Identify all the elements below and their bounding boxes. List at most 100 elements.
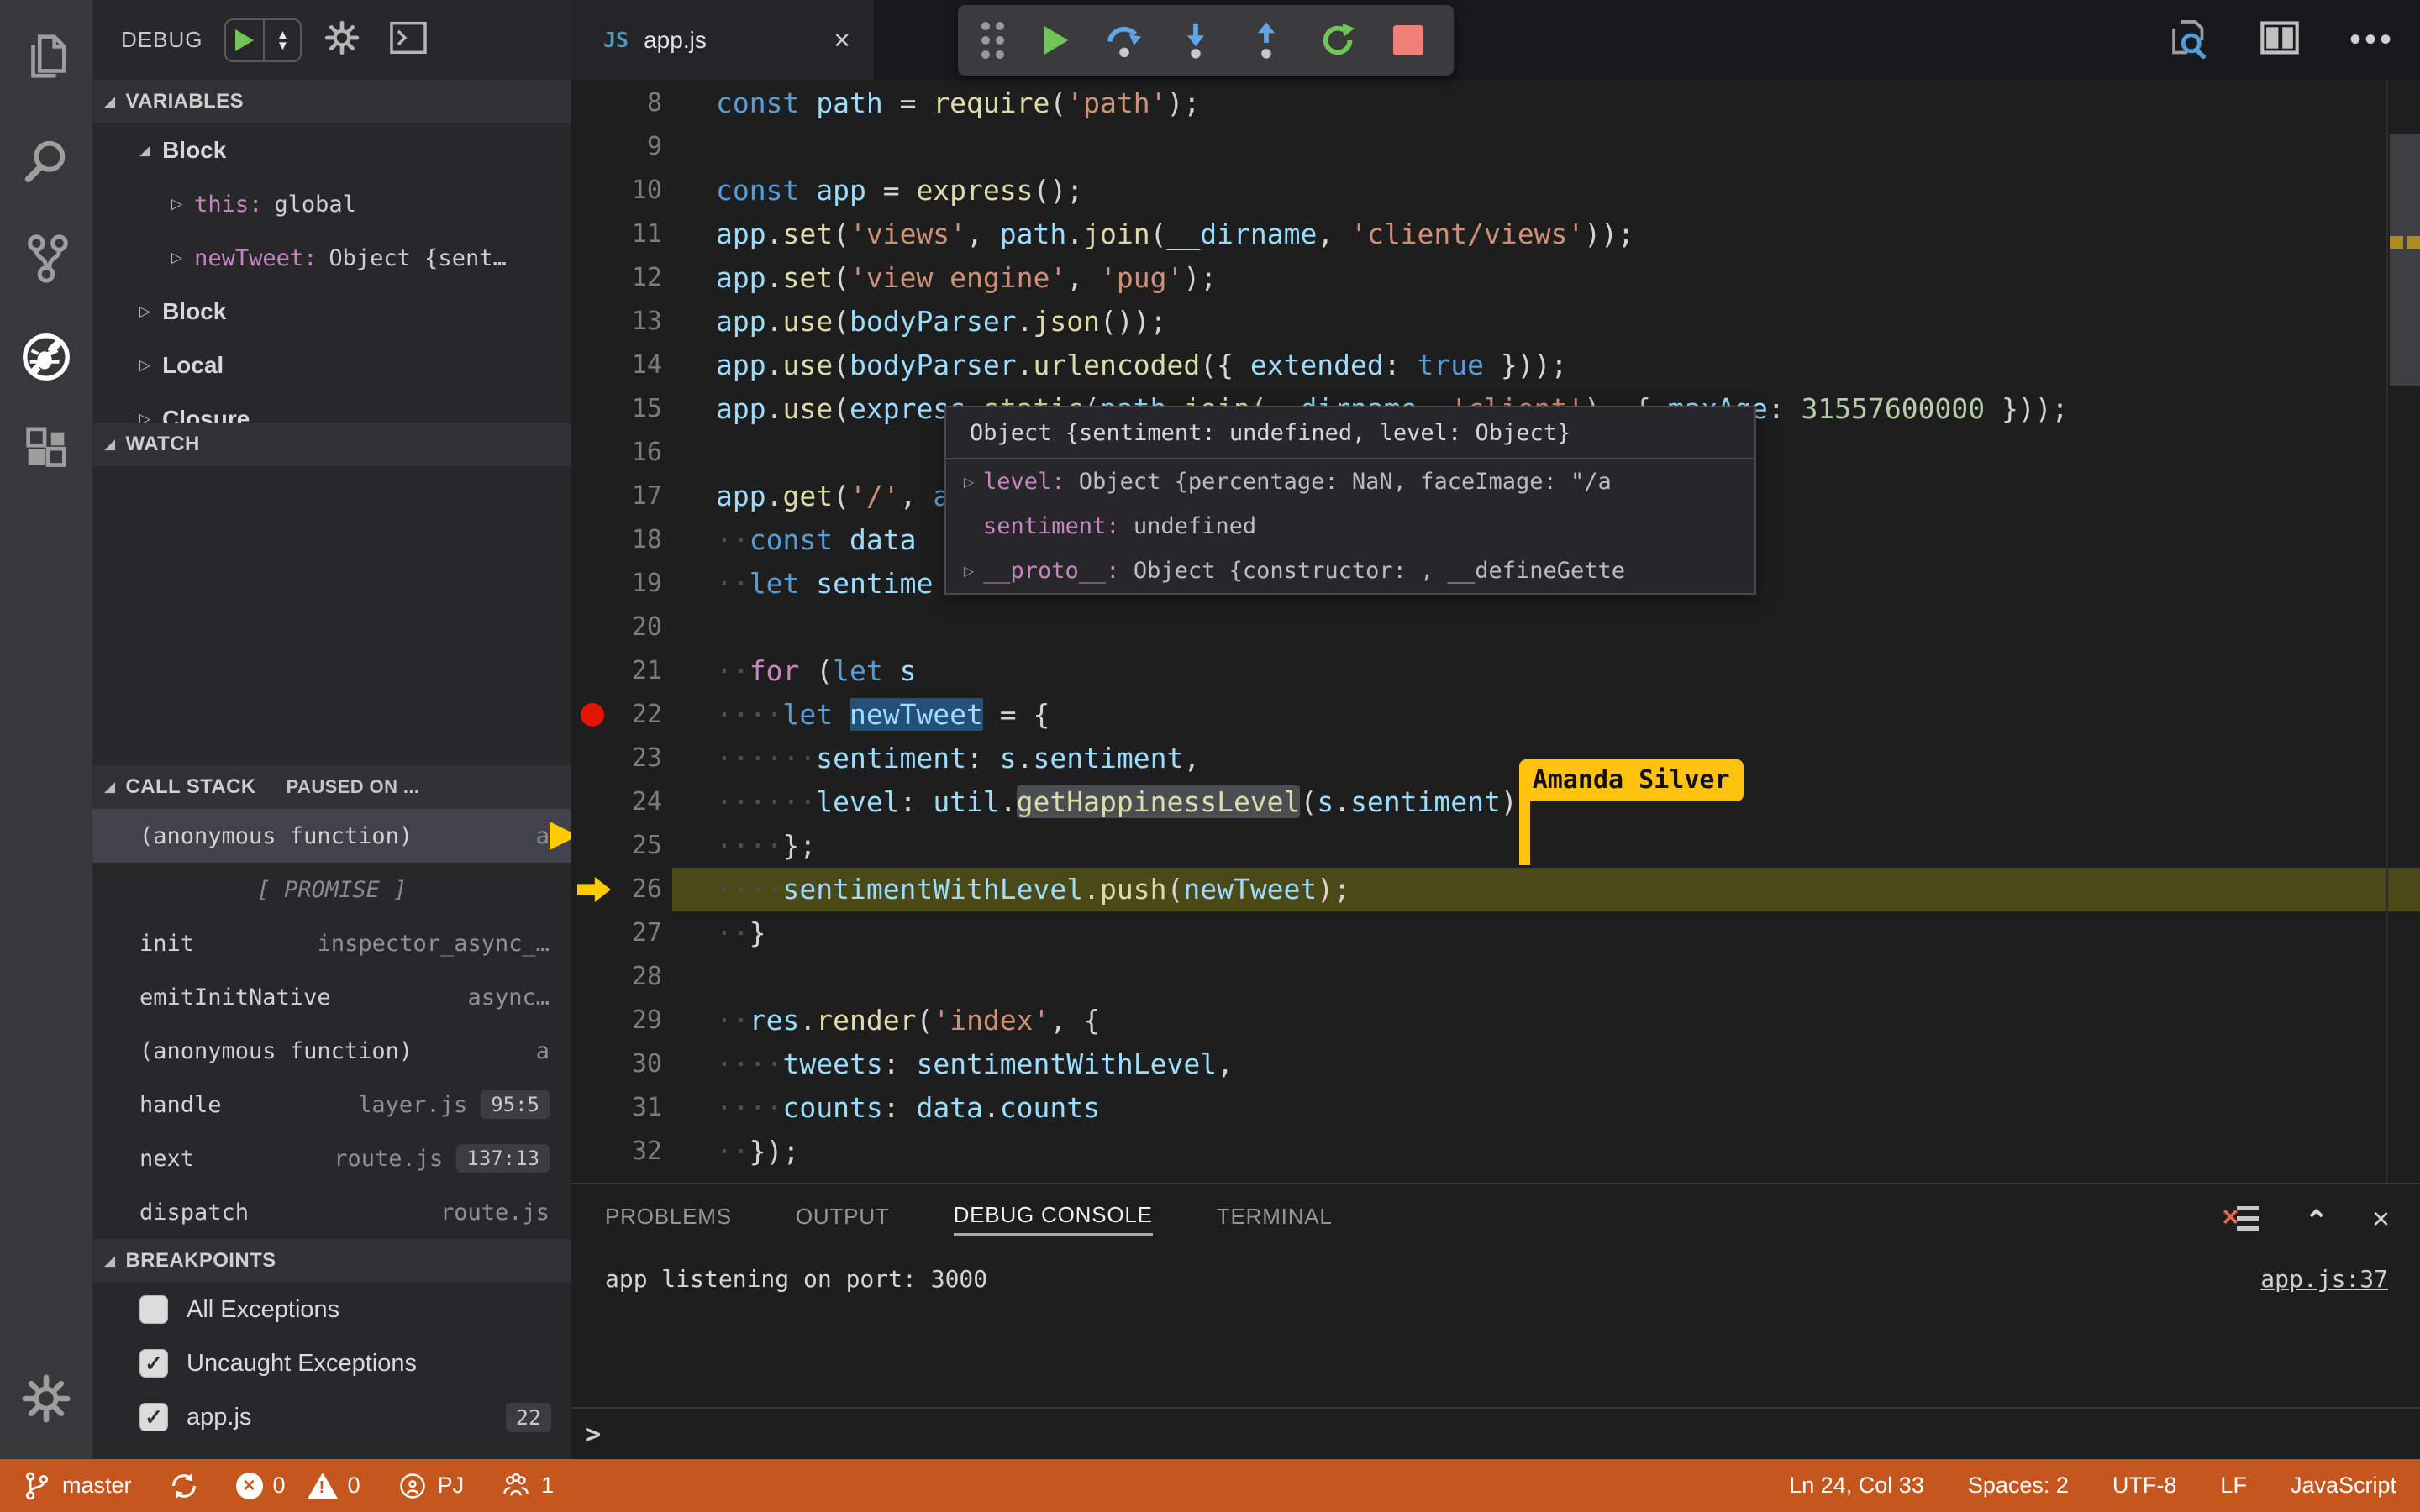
breakpoint-row[interactable]: All Exceptions	[92, 1283, 571, 1336]
more-actions-icon[interactable]: •••	[2349, 21, 2395, 59]
gutter-glyph-margin[interactable]	[571, 737, 613, 780]
launch-config-stepper[interactable]: ▲ ▼	[263, 19, 300, 60]
code-line[interactable]: 23 ······sentiment: s.sentiment,	[571, 737, 2420, 780]
watch-section-header[interactable]: ◢ WATCH	[92, 423, 571, 466]
gutter-glyph-margin[interactable]	[571, 300, 613, 344]
code-area[interactable]: 8 const path = require('path'); 9 10 const a…	[571, 80, 2420, 1183]
cursor-position-item[interactable]: Ln 24, Col 33	[1789, 1473, 1924, 1499]
gutter-glyph-margin[interactable]	[571, 955, 613, 999]
code-line[interactable]: 22 ····let newTweet = {	[571, 693, 2420, 737]
code-line[interactable]: 9	[571, 125, 2420, 169]
scrollbar-thumb[interactable]	[2390, 134, 2420, 386]
gutter-glyph-margin[interactable]	[571, 693, 613, 737]
editor-scrollbar[interactable]	[2386, 80, 2420, 1183]
git-branch-item[interactable]: master	[22, 1471, 132, 1501]
code-line[interactable]: 30 ····tweets: sentimentWithLevel,	[571, 1042, 2420, 1086]
variable-row[interactable]: ◢ Block	[92, 123, 571, 177]
tab-close-icon[interactable]: ×	[834, 26, 850, 55]
gutter-glyph-margin[interactable]	[571, 780, 613, 824]
settings-gear-icon[interactable]	[19, 1372, 73, 1425]
explorer-icon[interactable]	[19, 29, 73, 83]
start-debug-icon[interactable]	[226, 20, 263, 60]
tooltip-property-row[interactable]: sentiment: undefined	[946, 504, 1754, 549]
code-line[interactable]: 12 app.set('view engine', 'pug');	[571, 256, 2420, 300]
source-control-icon[interactable]	[19, 231, 73, 285]
variable-row[interactable]: ▷ Local	[92, 339, 571, 392]
gutter-glyph-margin[interactable]	[571, 1130, 613, 1173]
stop-button[interactable]	[1386, 18, 1430, 62]
gutter-glyph-margin[interactable]	[571, 431, 613, 475]
code-line[interactable]: 11 app.set('views', path.join(__dirname, …	[571, 213, 2420, 256]
breakpoint-checkbox[interactable]: ✓	[139, 1349, 168, 1378]
code-line[interactable]: 32 ··});	[571, 1130, 2420, 1173]
gutter-glyph-margin[interactable]	[571, 518, 613, 562]
tab-debug-console[interactable]: DEBUG CONSOLE	[953, 1202, 1153, 1236]
console-input[interactable]: >	[571, 1407, 2420, 1459]
tab-output[interactable]: OUTPUT	[796, 1204, 890, 1235]
code-line[interactable]: 28	[571, 955, 2420, 999]
breakpoint-row[interactable]: ✓ Uncaught Exceptions	[92, 1336, 571, 1390]
indentation-item[interactable]: Spaces: 2	[1968, 1473, 2069, 1499]
sync-item[interactable]	[169, 1471, 199, 1501]
breakpoint-dot-icon[interactable]	[581, 703, 604, 727]
call-stack-frame[interactable]: emitInitNative async…	[92, 970, 571, 1024]
search-icon[interactable]	[19, 134, 73, 188]
split-editor-icon[interactable]	[2257, 15, 2302, 65]
maximize-panel-icon[interactable]: ⌃	[2304, 1205, 2328, 1238]
breakpoint-row[interactable]: ✓ app.js 22	[92, 1390, 571, 1444]
code-line[interactable]: 31 ····counts: data.counts	[571, 1086, 2420, 1130]
call-stack-frame[interactable]: next route.js 137:13	[92, 1131, 571, 1185]
code-line[interactable]: 26 ····sentimentWithLevel.push(newTweet);	[571, 868, 2420, 911]
debug-settings-gear-icon[interactable]	[324, 19, 360, 60]
gutter-glyph-margin[interactable]	[571, 475, 613, 518]
call-stack-frame[interactable]: (anonymous function) a	[92, 1024, 571, 1078]
participants-item[interactable]: 1	[501, 1471, 554, 1501]
open-debug-console-icon[interactable]	[389, 21, 428, 59]
debug-icon[interactable]	[19, 330, 73, 384]
variable-row[interactable]: ▷ Closure	[92, 392, 571, 423]
gutter-glyph-margin[interactable]	[571, 911, 613, 955]
code-line[interactable]: 8 const path = require('path');	[571, 81, 2420, 125]
gutter-glyph-margin[interactable]	[571, 256, 613, 300]
encoding-item[interactable]: UTF-8	[2112, 1473, 2177, 1499]
search-editors-icon[interactable]	[2165, 15, 2210, 65]
breakpoints-section-header[interactable]: ◢ BREAKPOINTS	[92, 1239, 571, 1283]
gutter-glyph-margin[interactable]	[571, 213, 613, 256]
live-share-item[interactable]: PJ	[397, 1471, 464, 1501]
call-stack-frame[interactable]: (anonymous function) a	[92, 809, 571, 863]
clear-console-icon[interactable]: ×	[2222, 1201, 2260, 1233]
gutter-glyph-margin[interactable]	[571, 169, 613, 213]
tooltip-property-row[interactable]: ▷ level: Object {percentage: NaN, faceIma…	[946, 459, 1754, 504]
call-stack-section-header[interactable]: ◢ CALL STACK PAUSED ON ...	[92, 765, 571, 809]
gutter-glyph-margin[interactable]	[571, 81, 613, 125]
restart-button[interactable]	[1316, 18, 1360, 62]
toolbar-drag-grip[interactable]	[981, 22, 1004, 59]
breakpoint-checkbox[interactable]: ✓	[139, 1403, 168, 1431]
console-source-link[interactable]: app.js:37	[2260, 1265, 2388, 1293]
gutter-glyph-margin[interactable]	[571, 1086, 613, 1130]
gutter-glyph-margin[interactable]	[571, 868, 613, 911]
variable-row[interactable]: ▷ Block	[92, 285, 571, 339]
code-line[interactable]: 13 app.use(bodyParser.json());	[571, 300, 2420, 344]
continue-button[interactable]	[1032, 18, 1076, 62]
breakpoint-checkbox[interactable]	[139, 1295, 168, 1324]
variable-row[interactable]: ▷ this: global	[92, 177, 571, 231]
step-out-button[interactable]	[1244, 18, 1288, 62]
extensions-icon[interactable]	[19, 425, 73, 479]
step-into-button[interactable]	[1174, 18, 1218, 62]
code-line[interactable]: 24 ······level: util.getHappinessLevel(s.…	[571, 759, 2420, 865]
variables-section-header[interactable]: ◢ VARIABLES	[92, 80, 571, 123]
gutter-glyph-margin[interactable]	[571, 562, 613, 606]
variable-row[interactable]: ▷ newTweet: Object {sent…	[92, 231, 571, 285]
tab-problems[interactable]: PROBLEMS	[605, 1204, 732, 1235]
code-line[interactable]: 27 ··}	[571, 911, 2420, 955]
gutter-glyph-margin[interactable]	[571, 649, 613, 693]
code-line[interactable]: 20	[571, 606, 2420, 649]
step-over-button[interactable]	[1102, 18, 1146, 62]
language-mode-item[interactable]: JavaScript	[2291, 1473, 2396, 1499]
gutter-glyph-margin[interactable]	[571, 344, 613, 387]
gutter-glyph-margin[interactable]	[571, 387, 613, 431]
errors-warnings-item[interactable]: × 0 ! 0	[235, 1472, 360, 1499]
close-panel-icon[interactable]: ×	[2372, 1201, 2390, 1236]
call-stack-frame[interactable]: dispatch route.js	[92, 1185, 571, 1239]
